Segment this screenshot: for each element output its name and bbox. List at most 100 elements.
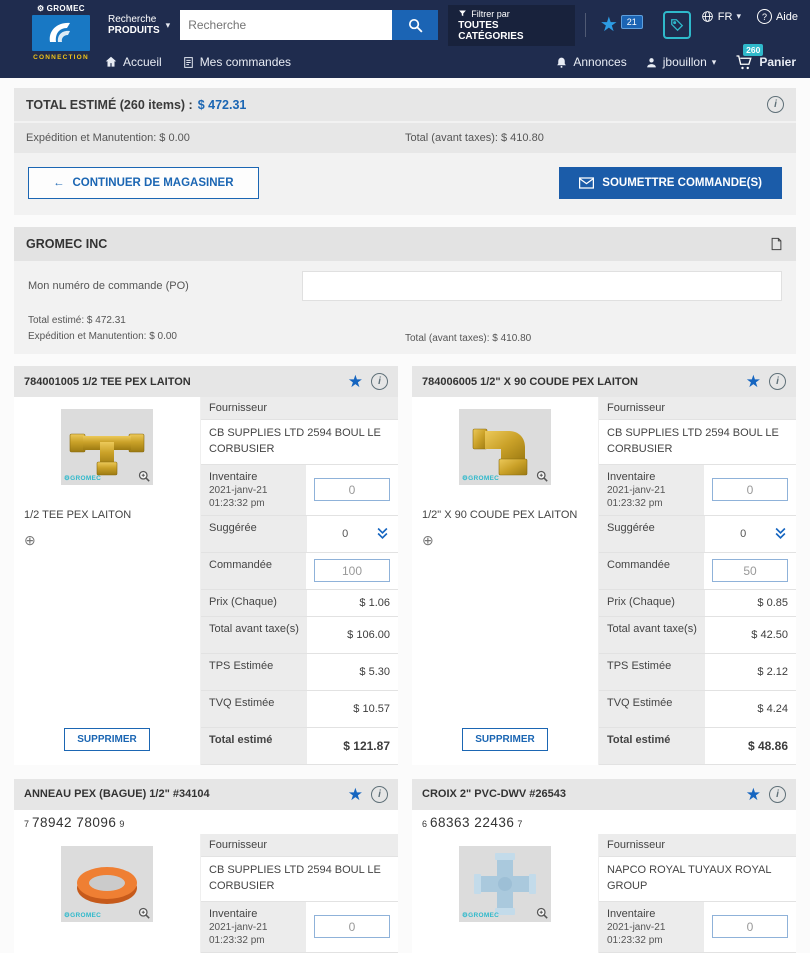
group-total-line: Total estimé: $ 472.31 <box>28 315 126 326</box>
favorites-button[interactable]: ★ 21 <box>584 13 653 38</box>
inventory-label: Inventaire 2021-janv-21 01:23:32 pm <box>201 901 306 952</box>
gear-icon: ⚙ <box>37 4 45 13</box>
expand-plus-icon[interactable]: ⊕ <box>422 533 436 547</box>
envelope-icon <box>579 177 595 189</box>
ordered-row: Commandée <box>599 552 796 590</box>
favorite-star-icon[interactable]: ★ <box>348 786 363 803</box>
price-label: Prix (Chaque) <box>599 589 706 616</box>
gromec-watermark: ⚙GROMEC <box>64 475 102 482</box>
total-label: Total estimé <box>599 727 706 764</box>
globe-icon <box>701 10 714 23</box>
suggested-label: Suggérée <box>201 515 308 552</box>
ordered-input[interactable] <box>712 559 788 583</box>
ordered-row: Commandée <box>201 552 398 590</box>
search-input[interactable] <box>180 10 393 41</box>
total-estimated-value: $ 472.31 <box>197 97 247 112</box>
expand-plus-icon[interactable]: ⊕ <box>24 533 38 547</box>
help-link[interactable]: ? Aide <box>756 9 798 24</box>
cart-icon <box>734 53 754 71</box>
double-chevron-down-icon[interactable] <box>773 526 788 541</box>
inventory-time: 01:23:32 pm <box>607 934 663 946</box>
supplier-label-row: Fournisseur <box>201 833 398 857</box>
clipboard-icon <box>182 56 195 69</box>
tps-label: TPS Estimée <box>201 653 308 690</box>
zoom-icon[interactable] <box>137 469 152 484</box>
search-button[interactable] <box>392 10 439 41</box>
supplier-value-row: CB SUPPLIES LTD 2594 BOUL LE CORBUSIER <box>201 857 398 902</box>
user-menu[interactable]: jbouillon ▾ <box>645 55 716 70</box>
nav-home[interactable]: Accueil <box>104 55 162 69</box>
subtotal-value: $ 42.50 <box>751 628 788 641</box>
company-name: GROMEC INC <box>26 237 108 251</box>
suggested-value: 0 <box>740 527 747 540</box>
price-label: Prix (Chaque) <box>201 589 308 616</box>
tvq-label: TVQ Estimée <box>201 690 308 727</box>
search-scope-dropdown[interactable]: Recherche PRODUITS ▾ <box>108 14 170 36</box>
search-box <box>180 10 439 41</box>
bell-icon <box>555 56 568 69</box>
nav-announcements[interactable]: Annonces <box>555 55 627 69</box>
delete-button[interactable]: SUPPRIMER <box>462 727 548 751</box>
po-input[interactable] <box>302 271 782 301</box>
info-icon[interactable]: i <box>371 373 388 390</box>
double-chevron-down-icon[interactable] <box>375 526 390 541</box>
star-icon: ★ <box>599 14 618 37</box>
person-icon <box>645 56 658 69</box>
info-icon[interactable]: i <box>769 785 786 803</box>
submit-orders-button[interactable]: SOUMETTRE COMMANDE(S) <box>559 167 782 199</box>
inventory-input[interactable] <box>712 478 788 502</box>
tags-button[interactable] <box>662 11 691 40</box>
subtotal-line: Total (avant taxes): $ 410.80 <box>405 132 544 144</box>
filter-dropdown[interactable]: Filtrer par TOUTES CATÉGORIES <box>448 4 575 46</box>
orange-ring-graphic <box>77 866 137 904</box>
total-value: $ 121.87 <box>343 738 390 753</box>
product-image[interactable]: ⚙GROMEC <box>61 409 153 485</box>
inventory-time: 01:23:32 pm <box>209 934 265 946</box>
user-name: jbouillon <box>662 55 707 70</box>
zoom-icon[interactable] <box>535 906 550 921</box>
upc-barcode: 7 78942 78096 9 <box>14 809 398 834</box>
favorite-star-icon[interactable]: ★ <box>746 373 761 390</box>
tps-row: TPS Estimée $ 5.30 <box>201 653 398 691</box>
inventory-row: Inventaire 2021-janv-21 01:23:32 pm <box>201 464 398 516</box>
ordered-label: Commandée <box>201 552 306 589</box>
nav-home-label: Accueil <box>123 55 162 70</box>
product-image[interactable]: ⚙GROMEC <box>459 845 551 922</box>
cart-label: Panier <box>759 55 796 70</box>
info-icon[interactable]: i <box>767 96 784 113</box>
inventory-input[interactable] <box>314 915 390 939</box>
product-grid: 784001005 1/2 TEE PEX LAITON ★ i ⚙GROMEC… <box>14 366 796 953</box>
delete-button[interactable]: SUPPRIMER <box>64 727 150 751</box>
note-icon[interactable] <box>769 236 784 252</box>
zoom-icon[interactable] <box>137 906 152 921</box>
favorites-badge: 21 <box>620 15 643 30</box>
supplier-label: Fournisseur <box>201 397 398 419</box>
price-value: $ 0.85 <box>757 596 788 609</box>
product-name: 1/2" X 90 COUDE PEX LAITON <box>422 509 578 521</box>
supplier-value-row: NAPCO ROYAL TUYAUX ROYAL GROUP <box>599 857 796 902</box>
tvq-value: $ 10.57 <box>353 702 390 715</box>
inventory-input[interactable] <box>314 478 390 502</box>
product-image[interactable]: ⚙GROMEC <box>459 409 551 485</box>
subtotal-row: Total avant taxe(s) $ 106.00 <box>201 616 398 654</box>
brand-name: GROMEC <box>46 4 85 13</box>
ordered-input[interactable] <box>314 559 390 583</box>
language-selector[interactable]: FR ▾ <box>701 9 741 24</box>
cart-button[interactable]: 260 Panier <box>734 44 796 71</box>
favorite-star-icon[interactable]: ★ <box>348 373 363 390</box>
nav-orders-label: Mes commandes <box>199 55 292 70</box>
product-image[interactable]: ⚙GROMEC <box>61 845 153 922</box>
zoom-icon[interactable] <box>535 469 550 484</box>
nav-my-orders[interactable]: Mes commandes <box>182 55 291 69</box>
continue-shopping-button[interactable]: ← CONTINUER DE MAGASINER <box>28 167 259 199</box>
cart-summary: TOTAL ESTIMÉ (260 items) : $ 472.31 i Ex… <box>14 88 796 215</box>
brand-logo[interactable]: ⚙ GROMEC CONNECTION <box>26 4 96 78</box>
info-icon[interactable]: i <box>371 785 388 803</box>
inventory-date: 2021-janv-21 <box>209 484 268 496</box>
product-card: 784006005 1/2" X 90 COUDE PEX LAITON ★ i… <box>412 366 796 765</box>
favorite-star-icon[interactable]: ★ <box>746 786 761 803</box>
inventory-input[interactable] <box>712 915 788 939</box>
ordered-label: Commandée <box>599 552 704 589</box>
subtotal-label: Total avant taxe(s) <box>599 616 706 653</box>
info-icon[interactable]: i <box>769 373 786 390</box>
